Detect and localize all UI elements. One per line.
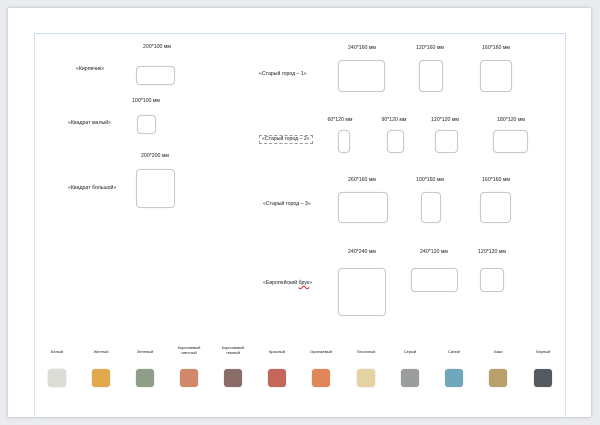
evropeiskii-bruk-name: «Европейский брук» <box>263 280 313 286</box>
color-swatch <box>92 369 110 387</box>
sg3-size-3: 160*160 мм <box>482 177 510 183</box>
evropeiskii-bruk-name-suffix: » <box>309 280 313 286</box>
kvadrat-bolshoi-name: «Квадрат большой» <box>68 185 117 191</box>
sg2-size-2: 90*120 мм <box>381 117 407 123</box>
color-label: Серый <box>403 349 417 354</box>
color-label: Песочный <box>356 349 376 354</box>
color-swatch <box>401 369 419 387</box>
sg2-size-3: 120*120 мм <box>431 117 459 123</box>
eb-tile-1 <box>338 268 386 316</box>
color-swatch <box>445 369 463 387</box>
color-swatch <box>48 369 66 387</box>
color-label: Красный <box>268 349 286 354</box>
color-label: Желтый <box>93 349 109 354</box>
color-swatch <box>312 369 330 387</box>
evropeiskii-bruk-name-word: брук <box>298 280 310 286</box>
color-label: Синий <box>448 349 460 354</box>
sg2-tile-4 <box>493 130 528 153</box>
color-label: Черный <box>535 349 551 354</box>
sg3-tile-2 <box>421 192 441 223</box>
color-label: Хаки <box>493 349 503 354</box>
sg1-size-1: 240*160 мм <box>348 45 376 51</box>
sg1-size-3: 160*160 мм <box>482 45 510 51</box>
staryi-gorod-3-name: «Старый город – 3» <box>263 201 311 207</box>
sg1-tile-2 <box>419 60 443 92</box>
sg3-tile-1 <box>338 192 388 223</box>
color-swatch <box>136 369 154 387</box>
color-label: Белый <box>50 349 64 354</box>
kvadrat-malyi-tile <box>137 115 156 134</box>
kvadrat-bolshoi-tile <box>136 169 175 208</box>
sg3-tile-3 <box>480 192 511 223</box>
kvadrat-malyi-name: «Квадрат малый» <box>68 120 111 126</box>
color-swatch <box>489 369 507 387</box>
color-label: Коричневый темный <box>221 345 245 355</box>
kirpichik-name: «Кирпичик» <box>76 66 105 72</box>
color-swatch <box>180 369 198 387</box>
sg2-tile-1 <box>338 130 350 153</box>
sg3-size-2: 100*160 мм <box>416 177 444 183</box>
color-label: Оранжевый <box>310 349 332 354</box>
kvadrat-bolshoi-size: 200*200 мм <box>141 153 169 159</box>
sg1-tile-1 <box>338 60 385 92</box>
color-label: Коричневый светлый <box>177 345 201 355</box>
kirpichik-tile <box>136 66 175 85</box>
sg1-tile-3 <box>480 60 512 92</box>
kirpichik-size: 200*100 мм <box>143 44 171 50</box>
color-swatch <box>534 369 552 387</box>
eb-size-1: 240*240 мм <box>348 249 376 255</box>
color-swatch <box>224 369 242 387</box>
color-label: Зеленый <box>136 349 154 354</box>
staryi-gorod-2-name: «Старый город – 2» <box>259 135 313 145</box>
sg2-tile-3 <box>435 130 458 153</box>
eb-tile-2 <box>411 268 458 292</box>
staryi-gorod-1-name: «Старый город – 1» <box>259 71 307 77</box>
color-swatch <box>357 369 375 387</box>
sg1-size-2: 120*160 мм <box>416 45 444 51</box>
sg2-tile-2 <box>387 130 404 153</box>
sg3-size-1: 260*160 мм <box>348 177 376 183</box>
evropeiskii-bruk-name-prefix: «Европейский <box>263 280 299 286</box>
sg2-size-4: 180*120 мм <box>497 117 525 123</box>
kvadrat-malyi-size: 100*100 мм <box>132 98 160 104</box>
eb-tile-3 <box>480 268 504 292</box>
sg2-size-1: 60*120 мм <box>327 117 353 123</box>
color-swatch <box>268 369 286 387</box>
eb-size-3: 120*120 мм <box>478 249 506 255</box>
eb-size-2: 240*120 мм <box>420 249 448 255</box>
